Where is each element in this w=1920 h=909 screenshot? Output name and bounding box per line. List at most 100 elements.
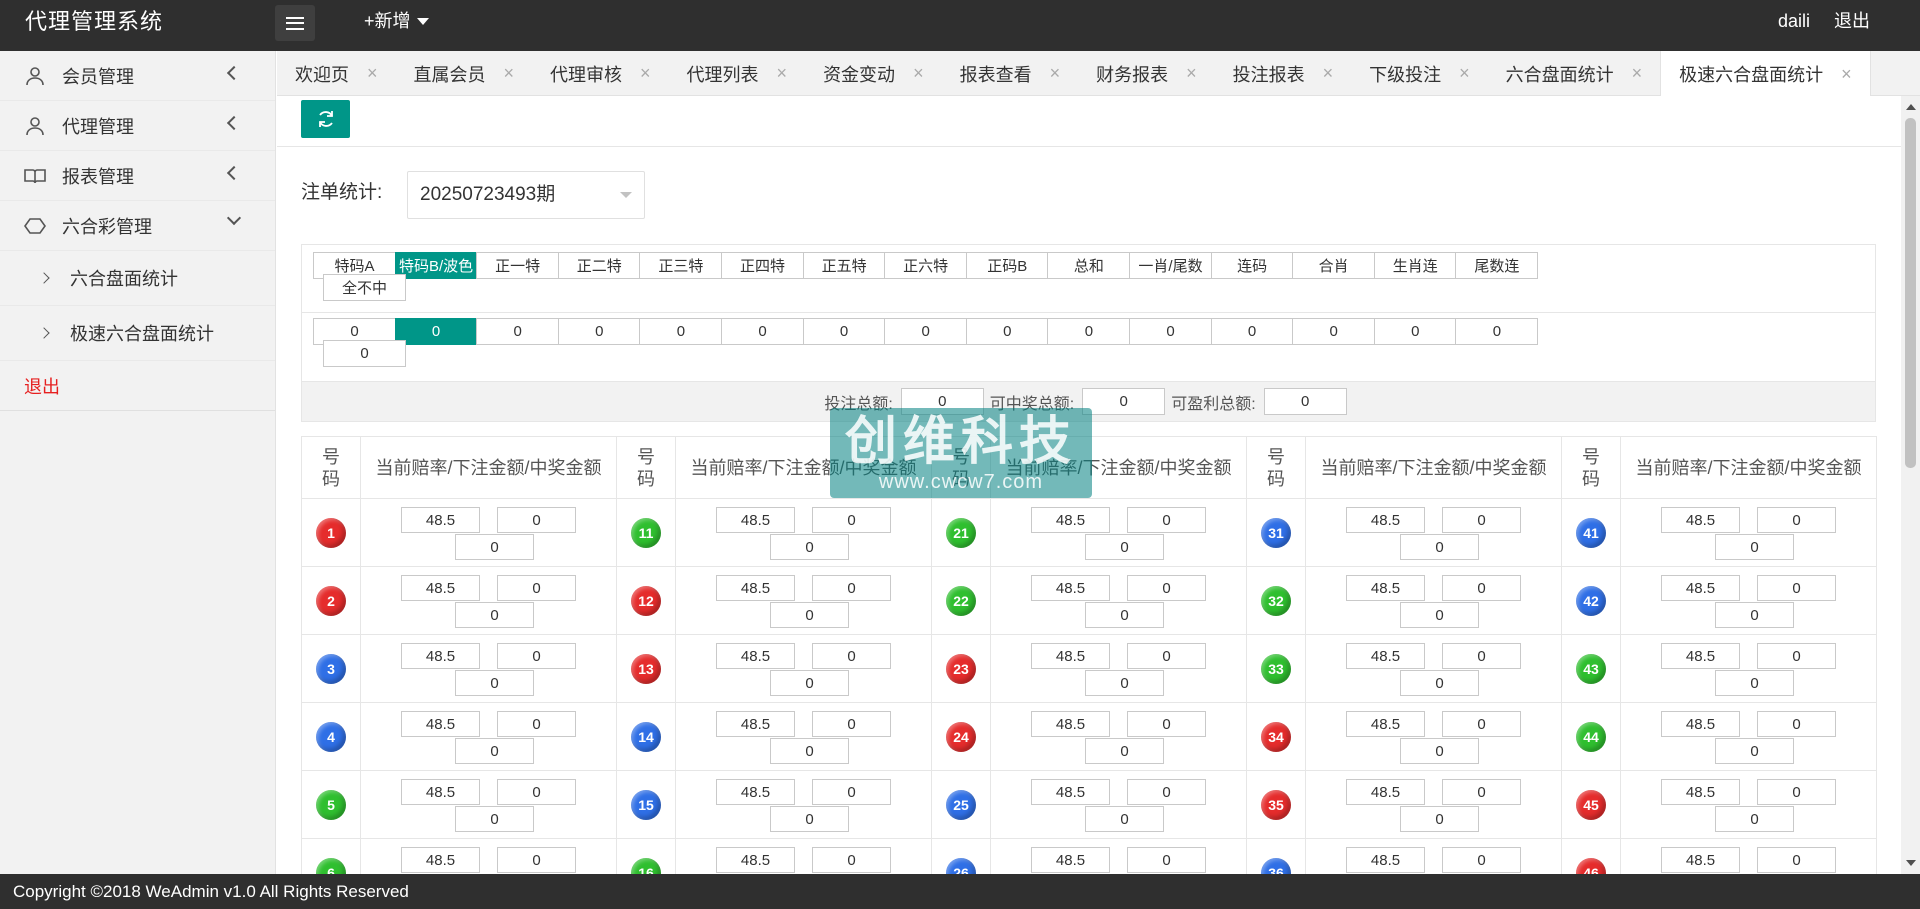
bet-amount-input[interactable]: 0 (1127, 779, 1206, 805)
bet-amount-input[interactable]: 0 (497, 711, 576, 737)
scroll-down-arrow-icon[interactable] (1906, 860, 1916, 866)
category-button[interactable]: 生肖连 (1373, 252, 1457, 279)
tab-fast-lhc-stats[interactable]: 极速六合盘面统计 × (1660, 51, 1871, 97)
win-amount-input[interactable]: 0 (455, 738, 534, 764)
win-amount-input[interactable]: 0 (455, 602, 534, 628)
odds-input[interactable]: 48.5 (1031, 847, 1110, 873)
bet-amount-input[interactable]: 0 (1442, 643, 1521, 669)
odds-input[interactable]: 48.5 (1346, 575, 1425, 601)
odds-input[interactable]: 48.5 (716, 575, 795, 601)
category-button[interactable]: 合肖 (1292, 252, 1376, 279)
win-amount-input[interactable]: 0 (1085, 670, 1164, 696)
odds-input[interactable]: 48.5 (1031, 575, 1110, 601)
odds-input[interactable]: 48.5 (716, 643, 795, 669)
tab-sub-bets[interactable]: 下级投注 × (1351, 51, 1488, 96)
bet-amount-input[interactable]: 0 (1127, 575, 1206, 601)
bet-amount-input[interactable]: 0 (1757, 779, 1836, 805)
win-amount-input[interactable]: 0 (1085, 602, 1164, 628)
scroll-thumb[interactable] (1905, 118, 1916, 468)
odds-input[interactable]: 48.5 (1346, 779, 1425, 805)
category-button[interactable]: 全不中 (323, 274, 406, 301)
win-amount-input[interactable]: 0 (1715, 602, 1794, 628)
sidebar-item-members[interactable]: 会员管理 (0, 51, 275, 101)
bet-amount-input[interactable]: 0 (1442, 507, 1521, 533)
user-name[interactable]: daili (1778, 10, 1810, 32)
win-amount-input[interactable]: 0 (1085, 534, 1164, 560)
odds-input[interactable]: 48.5 (401, 643, 480, 669)
tab-fund-changes[interactable]: 资金变动 × (805, 51, 942, 96)
bet-amount-input[interactable]: 0 (1442, 575, 1521, 601)
period-select[interactable]: 20250723493期 (407, 171, 645, 219)
bet-amount-input[interactable]: 0 (497, 575, 576, 601)
category-value[interactable]: 0 (1373, 318, 1457, 345)
win-amount-input[interactable]: 0 (1400, 738, 1479, 764)
bet-amount-input[interactable]: 0 (812, 847, 891, 873)
menu-toggle-button[interactable] (275, 5, 315, 41)
category-button[interactable]: 连码 (1210, 252, 1294, 279)
odds-input[interactable]: 48.5 (1661, 575, 1740, 601)
category-button[interactable]: 特码B/波色 (394, 252, 478, 279)
category-button[interactable]: 正三特 (639, 252, 723, 279)
refresh-button[interactable] (301, 100, 350, 138)
bet-amount-input[interactable]: 0 (1757, 507, 1836, 533)
category-value[interactable]: 0 (884, 318, 968, 345)
odds-input[interactable]: 48.5 (1661, 507, 1740, 533)
win-amount-input[interactable]: 0 (1715, 670, 1794, 696)
category-button[interactable]: 尾数连 (1455, 252, 1539, 279)
odds-input[interactable]: 48.5 (401, 847, 480, 873)
bet-amount-input[interactable]: 0 (1757, 643, 1836, 669)
odds-input[interactable]: 48.5 (401, 711, 480, 737)
category-value[interactable]: 0 (394, 318, 478, 345)
bet-amount-input[interactable]: 0 (812, 507, 891, 533)
win-amount-input[interactable]: 0 (1715, 806, 1794, 832)
close-icon[interactable]: × (1841, 64, 1852, 85)
odds-input[interactable]: 48.5 (1031, 507, 1110, 533)
sidebar-subitem-fast-lhc-stats[interactable]: 极速六合盘面统计 (0, 306, 275, 361)
category-button[interactable]: 正六特 (884, 252, 968, 279)
odds-input[interactable]: 48.5 (1346, 507, 1425, 533)
bet-amount-input[interactable]: 0 (1757, 847, 1836, 873)
win-amount-input[interactable]: 0 (770, 602, 849, 628)
category-button[interactable]: 总和 (1047, 252, 1131, 279)
bet-amount-input[interactable]: 0 (812, 575, 891, 601)
odds-input[interactable]: 48.5 (716, 711, 795, 737)
scroll-up-arrow-icon[interactable] (1906, 104, 1916, 110)
win-amount-input[interactable]: 0 (455, 806, 534, 832)
bet-amount-input[interactable]: 0 (1757, 575, 1836, 601)
sidebar-logout[interactable]: 退出 (0, 361, 275, 411)
odds-input[interactable]: 48.5 (401, 575, 480, 601)
sidebar-item-lottery[interactable]: 六合彩管理 (0, 201, 275, 251)
odds-input[interactable]: 48.5 (401, 507, 480, 533)
category-value[interactable]: 0 (323, 340, 406, 367)
add-new-dropdown[interactable]: +新增 (364, 10, 429, 32)
close-icon[interactable]: × (640, 63, 651, 84)
win-amount-input[interactable]: 0 (1085, 738, 1164, 764)
category-value[interactable]: 0 (721, 318, 804, 345)
sidebar-item-agents[interactable]: 代理管理 (0, 101, 275, 151)
tab-finance-report[interactable]: 财务报表 × (1078, 51, 1215, 96)
close-icon[interactable]: × (504, 63, 515, 84)
bet-amount-input[interactable]: 0 (1127, 847, 1206, 873)
odds-input[interactable]: 48.5 (1346, 643, 1425, 669)
tab-bet-report[interactable]: 投注报表 × (1215, 51, 1352, 96)
bet-amount-input[interactable]: 0 (497, 643, 576, 669)
win-amount-input[interactable]: 0 (1400, 602, 1479, 628)
odds-input[interactable]: 48.5 (1346, 711, 1425, 737)
odds-input[interactable]: 48.5 (1031, 711, 1110, 737)
category-value[interactable]: 0 (557, 318, 641, 345)
close-icon[interactable]: × (1459, 63, 1470, 84)
bet-amount-input[interactable]: 0 (497, 847, 576, 873)
tab-lhc-stats[interactable]: 六合盘面统计 × (1488, 51, 1661, 96)
bet-amount-input[interactable]: 0 (1127, 507, 1206, 533)
tab-welcome[interactable]: 欢迎页 × (277, 51, 396, 96)
tab-direct-members[interactable]: 直属会员 × (396, 51, 533, 96)
tab-report-view[interactable]: 报表查看 × (942, 51, 1079, 96)
category-button[interactable]: 一肖/尾数 (1129, 252, 1212, 279)
odds-input[interactable]: 48.5 (1661, 847, 1740, 873)
win-amount-input[interactable]: 0 (1715, 534, 1794, 560)
bet-amount-input[interactable]: 0 (1127, 711, 1206, 737)
bet-amount-input[interactable]: 0 (812, 643, 891, 669)
bet-amount-input[interactable]: 0 (812, 779, 891, 805)
bet-amount-input[interactable]: 0 (1442, 711, 1521, 737)
logout-link[interactable]: 退出 (1834, 10, 1870, 32)
